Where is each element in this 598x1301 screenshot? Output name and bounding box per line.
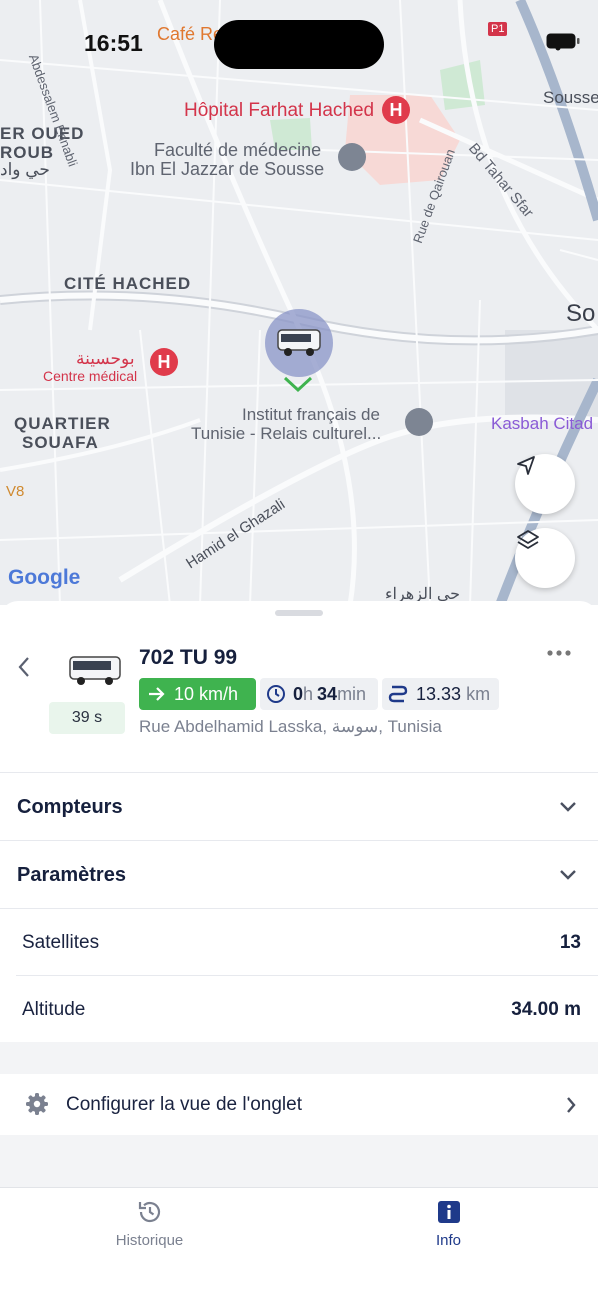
map-roads — [0, 0, 598, 605]
vehicle-plate: 702 TU 99 — [139, 646, 238, 669]
bus-thumbnail-icon — [69, 656, 121, 685]
map-label-centre-medical: Centre médical — [43, 368, 138, 384]
section-title-parametres: Paramètres — [17, 864, 126, 886]
route-icon — [388, 685, 408, 703]
more-options-icon[interactable] — [546, 649, 572, 657]
bus-marker-icon[interactable] — [276, 326, 322, 358]
configure-tab-view-label: Configurer la vue de l'onglet — [66, 1094, 302, 1115]
distance-chip: 13.33 km — [382, 678, 499, 710]
satellites-label: Satellites — [22, 932, 100, 953]
map-label-hopital: Hôpital Farhat Hached — [184, 100, 375, 121]
tab-info-label: Info — [435, 1232, 462, 1249]
bottom-gap — [0, 1135, 598, 1187]
school-icon — [338, 143, 366, 171]
tab-info[interactable]: Info — [299, 1188, 598, 1249]
map-label-sousse-mid: So — [566, 300, 596, 327]
duration-minutes-unit: min — [337, 683, 367, 704]
chevron-down-icon — [560, 802, 576, 812]
distance-value: 13.33 — [416, 683, 462, 704]
map-label-institut-2: Tunisie - Relais culturel... — [191, 424, 382, 443]
place-pin-icon — [405, 408, 433, 436]
param-row-altitude: Altitude 34.00 m — [0, 976, 598, 1042]
map-label-faculte-2: Ibn El Jazzar de Sousse — [130, 159, 325, 179]
duration-chip: 0 h 34 min — [260, 678, 378, 710]
configure-tab-view-row[interactable]: Configurer la vue de l'onglet — [0, 1074, 598, 1135]
duration-hours-unit: h — [303, 683, 314, 704]
clock-icon — [267, 685, 285, 703]
param-row-satellites: Satellites 13 — [0, 909, 598, 975]
altitude-value: 34.00 m — [511, 999, 581, 1020]
map-label-centre-ar: بوحسينة — [76, 349, 135, 368]
layers-icon — [517, 530, 539, 549]
gear-icon — [26, 1093, 48, 1115]
status-time: 16:51 — [84, 30, 143, 56]
duration-minutes: 34 — [317, 683, 338, 704]
distance-unit: km — [466, 683, 491, 704]
map-label-institut-1: Institut français de — [242, 405, 380, 424]
map-label-sousse-top: Sousse — [543, 88, 598, 107]
tab-historique-label: Historique — [115, 1232, 184, 1249]
map-label-oued-ar: حي واد — [0, 160, 50, 179]
arrow-right-icon — [149, 687, 165, 701]
section-gap — [0, 1042, 598, 1074]
sheet-drag-handle[interactable] — [275, 610, 323, 616]
map-label-v8: V8 — [6, 483, 25, 500]
chevron-right-icon — [567, 1097, 576, 1113]
hospital-icon: H — [382, 96, 410, 124]
map-label-p1: P1 — [488, 22, 508, 36]
duration-hours: 0 — [293, 683, 304, 704]
last-update-badge: 39 s — [49, 702, 125, 734]
map-label-quartier-2: SOUAFA — [22, 433, 99, 452]
speed-chip: 10 km/h — [139, 678, 256, 710]
back-chevron-icon[interactable] — [16, 655, 32, 679]
history-icon — [138, 1201, 160, 1223]
speed-value: 10 km/h — [174, 683, 239, 704]
layers-button[interactable] — [515, 528, 575, 588]
navigation-arrow-icon — [517, 456, 535, 475]
tab-historique[interactable]: Historique — [0, 1188, 299, 1249]
altitude-label: Altitude — [22, 999, 86, 1020]
map-label-quartier-1: QUARTIER — [14, 414, 111, 433]
info-icon — [437, 1201, 460, 1223]
section-compteurs[interactable]: Compteurs — [0, 773, 598, 840]
map-view[interactable]: Café Re Hôpital Farhat Hached H Faculté … — [0, 0, 598, 605]
section-title-compteurs: Compteurs — [17, 796, 123, 818]
google-logo: Google — [8, 566, 81, 589]
locate-button[interactable] — [515, 454, 575, 514]
tab-bar: Historique Info — [0, 1187, 598, 1301]
map-label-kasbah: Kasbah Citad — [491, 414, 594, 433]
chevron-down-icon — [560, 870, 576, 880]
battery-icon — [546, 33, 580, 49]
map-label-cite-hached: CITÉ HACHED — [64, 274, 192, 293]
vehicle-address: Rue Abdelhamid Lasska, سوسة, Tunisia — [139, 717, 442, 736]
dynamic-island — [214, 20, 384, 69]
map-label-faculte-1: Faculté de médecine — [154, 140, 322, 160]
hospital-icon: H — [150, 348, 178, 376]
section-parametres[interactable]: Paramètres — [0, 841, 598, 908]
satellites-value: 13 — [559, 932, 581, 953]
